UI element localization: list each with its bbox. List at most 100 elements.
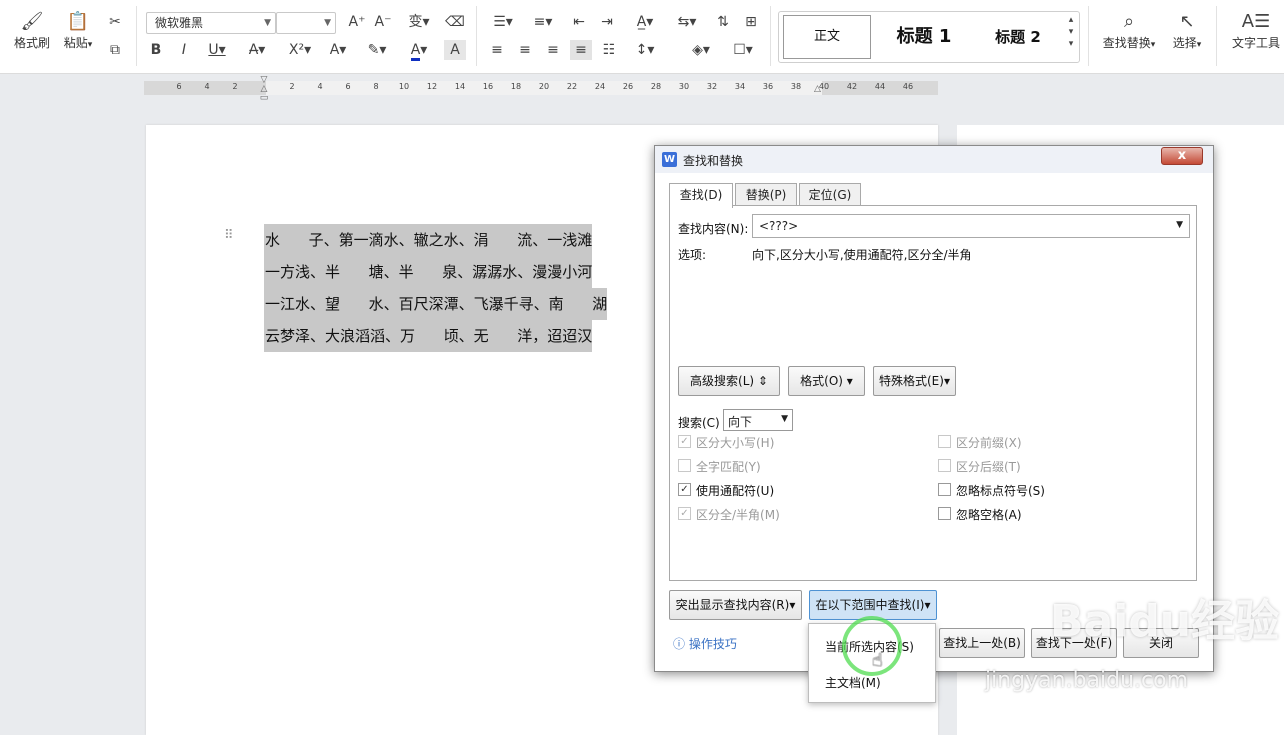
checkbox[interactable] — [938, 507, 951, 520]
tips-link[interactable]: ⓘ 操作技巧 — [673, 635, 737, 652]
line-spacing-icon[interactable]: ↕▾ — [628, 40, 662, 60]
format-button[interactable]: 格式(O) ▾ — [788, 366, 865, 396]
increase-indent-icon[interactable]: ⇥ — [596, 12, 618, 32]
font-size-select[interactable]: ▼ — [276, 12, 336, 34]
shading-icon[interactable]: ◈▾ — [684, 40, 718, 60]
checkbox — [678, 459, 691, 472]
text-effect-icon[interactable]: A▾ — [322, 40, 354, 60]
find-replace-button[interactable]: ⌕ 查找替换▾ — [1098, 10, 1160, 51]
highlight-icon[interactable]: ✎▾ — [362, 40, 392, 60]
decrease-indent-icon[interactable]: ⇤ — [568, 12, 590, 32]
find-label: 查找内容(N): — [678, 222, 749, 236]
close-icon[interactable]: x — [1161, 147, 1203, 165]
justify-icon[interactable]: ≡ — [570, 40, 592, 60]
menu-item-main-document[interactable]: 主文档(M) — [825, 674, 881, 691]
highlight-results-button[interactable]: 突出显示查找内容(R)▾ — [669, 590, 802, 620]
clipboard-icon: 📋 — [66, 11, 90, 32]
checkbox-label[interactable]: 全字匹配(Y) — [696, 458, 761, 475]
wps-writer-icon: W — [662, 152, 677, 167]
ruler-tick-label: 46 — [902, 82, 914, 91]
advanced-search-button[interactable]: 高级搜索(L) ⇕ — [678, 366, 780, 396]
align-right-icon[interactable]: ≡ — [542, 40, 564, 60]
indent-marker-icon[interactable]: ▽ △ ▭ — [258, 76, 270, 104]
ruler-tick-label: 16 — [482, 82, 494, 91]
document-line[interactable]: 水 子、第一滴水、辙之水、涓 流、一浅滩 — [264, 224, 593, 256]
numbering-icon[interactable]: ≡▾ — [526, 12, 560, 32]
font-color-icon[interactable]: A▾ — [402, 40, 436, 61]
checkbox-label[interactable]: 忽略空格(A) — [956, 506, 1022, 523]
checkbox: ✓ — [678, 435, 691, 448]
font-name-select[interactable]: 微软雅黑 ▼ — [146, 12, 276, 34]
show-marks-icon[interactable]: ⊞ — [740, 12, 762, 32]
checkbox-label[interactable]: 区分全/半角(M) — [696, 506, 780, 523]
clear-format-icon[interactable]: ⌫ — [444, 12, 466, 32]
tab-replace[interactable]: 替换(P) — [735, 183, 797, 206]
document-line[interactable]: 云梦泽、大浪滔滔、万 顷、无 洋，迢迢汉 — [264, 320, 593, 352]
drag-handle-icon[interactable]: ⠿ — [224, 228, 234, 243]
text-tools-button[interactable]: A☰ 文字工具 — [1228, 10, 1284, 51]
paste-button[interactable]: 📋 粘贴▾ — [60, 10, 96, 51]
dialog-titlebar[interactable]: W 查找和替换 x — [655, 146, 1213, 173]
superscript-icon[interactable]: X²▾ — [284, 40, 316, 60]
align-center-icon[interactable]: ≡ — [514, 40, 536, 60]
checkbox-label[interactable]: 忽略标点符号(S) — [956, 482, 1045, 499]
sort-icon[interactable]: ⇅ — [712, 12, 734, 32]
checkbox[interactable] — [938, 483, 951, 496]
document-line[interactable]: 一江水、望 水、百尺深潭、飞瀑千寻、南 湖 — [264, 288, 608, 320]
special-format-button[interactable]: 特殊格式(E)▾ — [873, 366, 956, 396]
options-label: 选项: — [678, 248, 707, 262]
pinyin-icon[interactable]: 变▾ — [402, 12, 436, 32]
checkbox — [938, 459, 951, 472]
chinese-layout-icon[interactable]: A̲▾ — [628, 12, 662, 32]
ruler-tick-label: 28 — [650, 82, 662, 91]
checkbox: ✓ — [678, 507, 691, 520]
bold-icon[interactable]: B — [146, 40, 166, 60]
italic-icon[interactable]: I — [174, 40, 194, 60]
distribute-icon[interactable]: ☷ — [598, 40, 620, 60]
baidu-watermark-url: jingyan.baidu.com — [985, 668, 1189, 693]
strikethrough-icon[interactable]: A̶▾ — [242, 40, 272, 60]
search-direction-select[interactable]: 向下 ▼ — [723, 409, 793, 431]
ruler-tick-label: 44 — [874, 82, 886, 91]
chevron-down-icon: ▼ — [324, 18, 331, 28]
grow-font-icon[interactable]: A⁺ — [346, 12, 368, 32]
tab-find[interactable]: 查找(D) — [669, 183, 733, 208]
char-shading-icon[interactable]: A — [444, 40, 466, 60]
gallery-more-icon[interactable]: ▴ ▾ ▾ — [1065, 14, 1077, 50]
find-input[interactable]: <???> ▼ — [752, 214, 1190, 238]
style-heading-2[interactable]: 标题 2 — [975, 15, 1061, 59]
options-value: 向下,区分大小写,使用通配符,区分全/半角 — [752, 248, 972, 262]
baidu-watermark-logo: Baidu经验 — [1050, 596, 1280, 647]
ruler-tick-label: 10 — [398, 82, 410, 91]
cut-icon[interactable]: ✂ — [104, 12, 126, 32]
ruler-tick-label: 38 — [790, 82, 802, 91]
find-previous-button[interactable]: 查找上一处(B) — [939, 628, 1025, 658]
style-gallery: 正文 标题 1 标题 2 ▴ ▾ ▾ — [778, 11, 1080, 63]
text-direction-icon[interactable]: ⇆▾ — [670, 12, 704, 32]
ribbon-toolbar: 🖌 格式刷 📋 粘贴▾ ✂ ⧉ 微软雅黑 ▼ ▼ A⁺ A⁻ 变▾ ⌫ B I U… — [0, 0, 1284, 74]
checkbox-label[interactable]: 区分后缀(T) — [956, 458, 1021, 475]
checkbox-label[interactable]: 区分前缀(X) — [956, 434, 1022, 451]
bullets-icon[interactable]: ☰▾ — [486, 12, 520, 32]
style-heading-1[interactable]: 标题 1 — [879, 15, 969, 59]
chevron-down-icon[interactable]: ▼ — [1176, 220, 1183, 230]
ruler-tick-label: 18 — [510, 82, 522, 91]
borders-icon[interactable]: ☐▾ — [726, 40, 760, 60]
right-indent-marker-icon[interactable]: △ — [814, 84, 821, 94]
checkbox[interactable]: ✓ — [678, 483, 691, 496]
document-line[interactable]: 一方浅、半 塘、半 泉、潺潺水、漫漫小河 — [264, 256, 593, 288]
chevron-down-icon: ▾ — [846, 374, 853, 388]
copy-icon[interactable]: ⧉ — [104, 40, 126, 60]
ruler-tick-label: 20 — [538, 82, 550, 91]
select-button[interactable]: ↖ 选择▾ — [1168, 10, 1206, 51]
align-left-icon[interactable]: ≡ — [486, 40, 508, 60]
checkbox-label[interactable]: 区分大小写(H) — [696, 434, 774, 451]
style-body[interactable]: 正文 — [783, 15, 871, 59]
underline-icon[interactable]: U▾ — [202, 40, 232, 60]
brush-icon: 🖌 — [20, 11, 44, 32]
ruler-tick-label: 6 — [345, 82, 351, 91]
checkbox-label[interactable]: 使用通配符(U) — [696, 482, 774, 499]
format-painter-button[interactable]: 🖌 格式刷 — [12, 10, 52, 51]
tab-goto[interactable]: 定位(G) — [799, 183, 861, 206]
shrink-font-icon[interactable]: A⁻ — [372, 12, 394, 32]
